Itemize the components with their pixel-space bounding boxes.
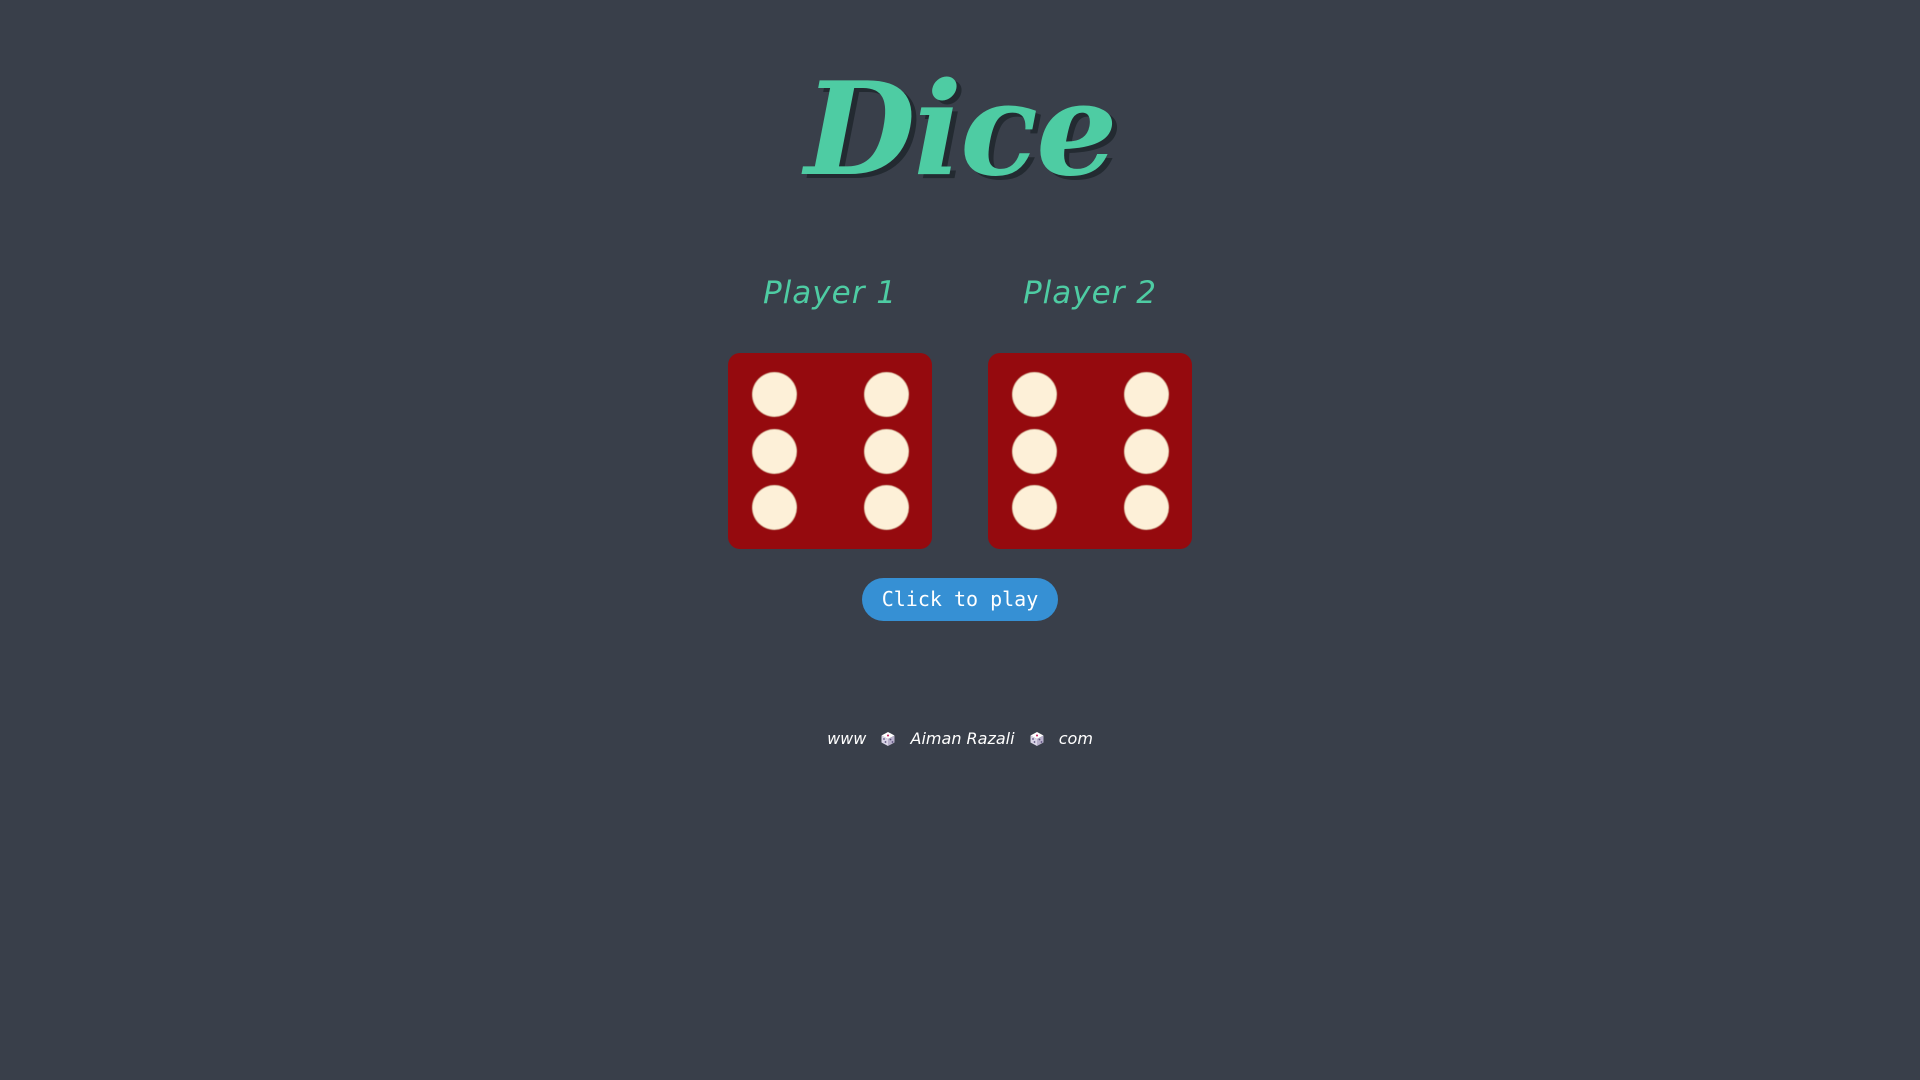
die-pip xyxy=(753,486,796,529)
die-pip xyxy=(1125,373,1168,416)
die-pip xyxy=(1013,373,1056,416)
footer-part-www: www xyxy=(827,728,867,748)
player-1-panel: Player 1 xyxy=(728,268,932,549)
page-title: Dice xyxy=(804,55,1118,205)
play-button[interactable]: Click to play xyxy=(862,578,1058,621)
die-pip xyxy=(865,486,908,529)
die-pip xyxy=(865,373,908,416)
player-2-label: Player 2 xyxy=(1022,275,1158,311)
die-pip xyxy=(1125,430,1168,473)
dice-icon xyxy=(1030,731,1044,746)
player-1-die xyxy=(728,353,932,549)
die-pip xyxy=(865,430,908,473)
die-pip xyxy=(1013,430,1056,473)
footer-part-com: com xyxy=(1058,728,1093,748)
die-pip xyxy=(1013,486,1056,529)
die-pip xyxy=(753,373,796,416)
player-1-label: Player 1 xyxy=(762,275,898,311)
footer-part-name: Aiman Razali xyxy=(910,728,1015,748)
player-2-die xyxy=(988,353,1192,549)
die-pip xyxy=(753,430,796,473)
die-pip xyxy=(1125,486,1168,529)
footer-credit: www Aiman Razali com xyxy=(0,726,1920,751)
player-2-panel: Player 2 xyxy=(988,268,1192,549)
dice-icon xyxy=(881,731,895,746)
